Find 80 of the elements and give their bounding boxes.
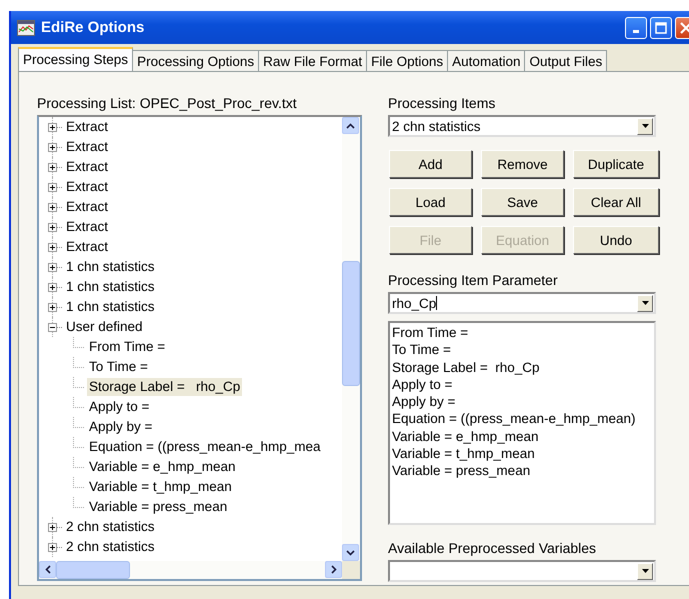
tree-item[interactable]: Variable = press_mean: [87, 498, 230, 516]
tab[interactable]: Output Files: [524, 50, 608, 71]
tab[interactable]: Automation: [447, 50, 526, 71]
tab[interactable]: File Options: [366, 50, 448, 71]
parameter-line: Variable = press_mean: [392, 462, 532, 480]
parameter-line: Apply by =: [392, 393, 456, 410]
expand-icon[interactable]: [48, 522, 57, 532]
tree-item[interactable]: Extract: [64, 138, 110, 156]
action-button[interactable]: Load: [389, 188, 472, 216]
tree-item[interactable]: Extract: [64, 158, 110, 176]
dropdown-arrow-icon: [642, 301, 648, 305]
expand-icon[interactable]: [48, 242, 57, 252]
tree-item[interactable]: Variable = e_hmp_mean: [87, 458, 238, 476]
maximize-icon: [655, 22, 667, 34]
tree-item[interactable]: Extract: [64, 178, 110, 196]
available-variables-label: Available Preprocessed Variables: [388, 540, 598, 556]
action-button[interactable]: Undo: [573, 226, 659, 254]
parameter-list[interactable]: From Time = To Time = Storage Label = rho_Cp Apply to = Apply by = Equation = ((press_mean-e_hmp_mean) Variable = e_hmp_mean Variable = t_hmp_mean Variable = press_mean: [388, 321, 656, 525]
close-icon: [680, 22, 689, 34]
parameter-line: To Time =: [392, 341, 452, 359]
processing-list-label: Processing List: OPEC_Post_Proc_rev.txt: [37, 95, 298, 111]
maximize-button[interactable]: [650, 16, 672, 38]
window-title: EdiRe Options: [41, 19, 146, 36]
tree-item[interactable]: Extract: [64, 218, 110, 236]
action-button[interactable]: Duplicate: [573, 150, 659, 178]
chart-window-icon: [17, 20, 35, 36]
expand-icon[interactable]: [48, 162, 57, 172]
tree-item[interactable]: Extract: [64, 238, 110, 256]
tree-item[interactable]: 1 chn statistics: [64, 298, 157, 316]
expand-icon[interactable]: [48, 122, 57, 132]
expand-icon[interactable]: [48, 182, 57, 192]
expand-icon[interactable]: [48, 302, 57, 312]
horizontal-scrollbar[interactable]: [39, 561, 360, 579]
available-variables-dropdown[interactable]: [388, 560, 656, 582]
parameter-line: Storage Label = rho_Cp: [392, 358, 540, 376]
parameter-line: From Time =: [392, 324, 470, 342]
processing-item-parameter-label: Processing Item Parameter: [388, 272, 559, 288]
expand-icon[interactable]: [48, 282, 57, 292]
scroll-thumb[interactable]: [342, 261, 360, 386]
tree-item[interactable]: Storage Label = rho_Cp: [87, 378, 242, 396]
minimize-button[interactable]: [625, 16, 647, 38]
parameter-line: Equation = ((press_mean-e_hmp_mean): [392, 410, 637, 428]
tab[interactable]: Processing Steps: [18, 47, 134, 71]
tree-item[interactable]: Apply to =: [87, 398, 152, 416]
scroll-thumb[interactable]: [56, 561, 130, 579]
tree-item[interactable]: 2 chn statistics: [64, 518, 157, 536]
minimize-icon: [633, 30, 639, 33]
tree-item[interactable]: 2 chn statistics: [64, 538, 157, 556]
tree-item[interactable]: 1 chn statistics: [64, 278, 157, 296]
action-button[interactable]: Save: [481, 188, 564, 216]
expand-icon[interactable]: [48, 142, 57, 152]
expand-icon[interactable]: [48, 542, 57, 552]
parameter-dropdown[interactable]: rho_Cp: [388, 292, 656, 314]
action-button[interactable]: Clear All: [573, 188, 659, 216]
expand-icon[interactable]: [48, 222, 57, 232]
tree-item[interactable]: 1 chn statistics: [64, 258, 157, 276]
processing-items-label: Processing Items: [388, 95, 496, 111]
parameter-line: Variable = t_hmp_mean: [392, 445, 536, 462]
action-button[interactable]: Remove: [481, 150, 564, 178]
tree-item[interactable]: Extract: [64, 118, 110, 136]
tree-item[interactable]: Equation = ((press_mean-e_hmp_mea: [87, 438, 323, 456]
tree-item[interactable]: Extract: [64, 198, 110, 216]
parameter-line: Variable = e_hmp_mean: [392, 428, 540, 446]
expand-icon[interactable]: [48, 202, 57, 212]
tree-item[interactable]: Apply by =: [87, 418, 154, 436]
scrollbar-corner: [342, 561, 360, 579]
tab[interactable]: Raw File Format: [258, 50, 368, 71]
tree-item[interactable]: To Time =: [87, 358, 150, 376]
tree-item[interactable]: From Time =: [87, 338, 168, 356]
dropdown-arrow-icon: [642, 124, 648, 128]
dropdown-arrow-icon: [642, 569, 648, 573]
action-button[interactable]: Add: [389, 150, 472, 178]
collapse-icon[interactable]: [48, 322, 57, 332]
expand-icon[interactable]: [48, 262, 57, 272]
parameter-line: Apply to =: [392, 376, 454, 394]
vertical-scrollbar[interactable]: [342, 117, 360, 561]
tree-item[interactable]: Variable = t_hmp_mean: [87, 478, 234, 496]
processing-items-dropdown[interactable]: 2 chn statistics: [388, 115, 656, 137]
tree-item[interactable]: User defined: [64, 318, 145, 336]
tab[interactable]: Processing Options: [132, 50, 260, 71]
